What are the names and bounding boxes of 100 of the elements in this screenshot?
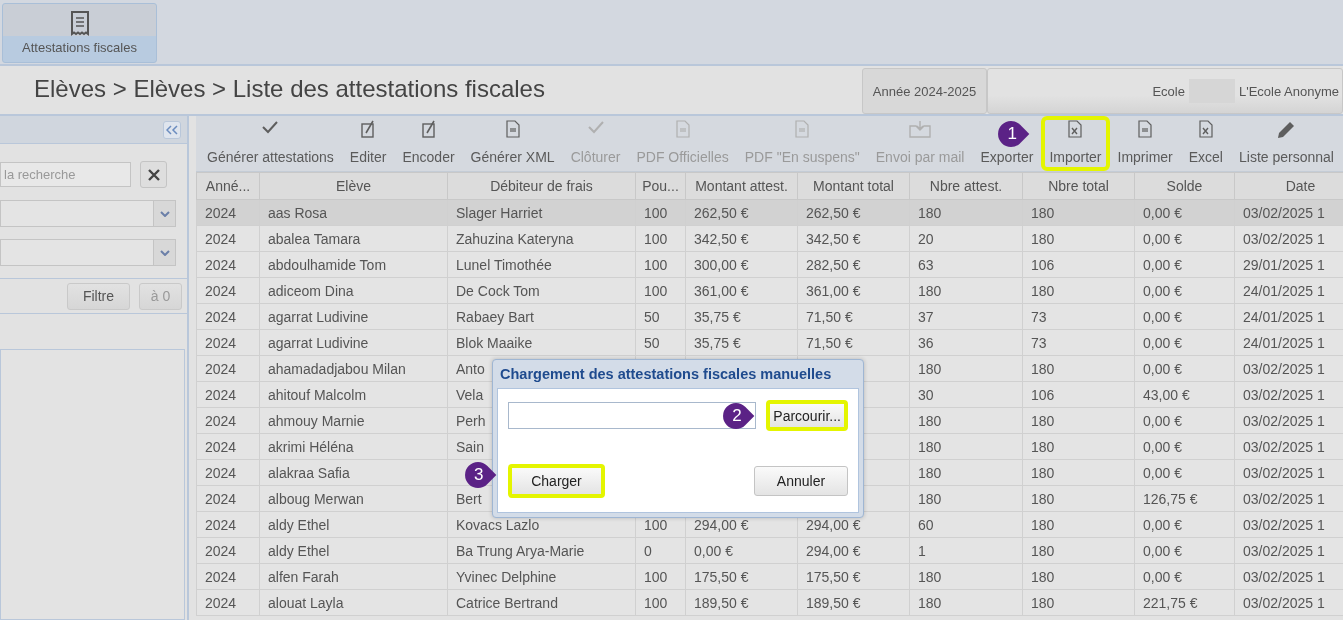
table-cell: 43,00 €	[1134, 381, 1235, 408]
table-cell: 342,50 €	[685, 225, 798, 252]
toolbar-button[interactable]: Importer	[1041, 116, 1110, 171]
table-cell: 20	[909, 225, 1023, 252]
table-cell: 180	[909, 485, 1023, 512]
table-cell: 294,00 €	[797, 537, 910, 564]
table-cell: abalea Tamara	[259, 225, 448, 252]
column-header[interactable]: Date	[1234, 172, 1343, 200]
column-header[interactable]: Montant attest.	[685, 172, 798, 200]
table-cell: 0,00 €	[1134, 459, 1235, 486]
table-cell: aas Rosa	[259, 199, 448, 226]
column-header[interactable]: Montant total	[797, 172, 910, 200]
table-cell: 180	[1022, 485, 1135, 512]
table-cell: 189,50 €	[797, 589, 910, 616]
column-header[interactable]: Elève	[259, 172, 448, 200]
table-cell: 180	[909, 355, 1023, 382]
table-cell: Rabaey Bart	[447, 303, 636, 330]
toolbar-button[interactable]: Encoder	[394, 116, 463, 171]
column-header[interactable]: Anné...	[196, 172, 260, 200]
file-field[interactable]	[508, 402, 757, 429]
table-cell: 73	[1022, 303, 1135, 330]
column-header[interactable]: Pou...	[635, 172, 686, 200]
table-cell: 221,75 €	[1134, 589, 1235, 616]
collapse-button[interactable]	[163, 120, 181, 139]
table-cell: 100	[635, 225, 686, 252]
table-cell: 2024	[196, 277, 260, 304]
double-chevron-icon	[166, 124, 178, 135]
table-cell: 262,50 €	[797, 199, 910, 226]
table-cell: 2024	[196, 407, 260, 434]
table-cell: 189,50 €	[685, 589, 798, 616]
toolbar-button[interactable]: Imprimer	[1109, 116, 1181, 171]
table-cell: 2024	[196, 225, 260, 252]
toolbar-button[interactable]: Liste personnal	[1231, 116, 1342, 171]
table-cell: aldy Ethel	[259, 537, 448, 564]
dialog-button[interactable]: Annuler	[754, 466, 848, 496]
toolbar-button[interactable]: Excel	[1180, 116, 1231, 171]
table-cell: 50	[635, 303, 686, 330]
column-header[interactable]: Solde	[1134, 172, 1235, 200]
table-cell: Slager Harriet	[447, 199, 636, 226]
check-icon	[261, 120, 280, 134]
toolbar-button[interactable]: Générer attestations	[199, 116, 342, 171]
table-cell: 180	[1022, 355, 1135, 382]
table-cell: 36	[909, 329, 1023, 356]
toolbar-button[interactable]: Générer XML	[462, 116, 563, 171]
table-cell: 2024	[196, 511, 260, 538]
table-cell: 100	[635, 199, 686, 226]
dropdown[interactable]	[0, 239, 176, 266]
school-label: Ecole	[1152, 83, 1185, 99]
browse-button[interactable]: Parcourir...	[766, 400, 848, 431]
table-cell: 2024	[196, 303, 260, 330]
column-header[interactable]: Nbre attest.	[909, 172, 1023, 200]
document-icon	[675, 120, 690, 138]
table-cell: 106	[1022, 381, 1135, 408]
column-header[interactable]: Débiteur de frais	[447, 172, 636, 200]
table-cell: 2024	[196, 563, 260, 590]
table-cell: 180	[1022, 199, 1135, 226]
document-icon	[505, 120, 520, 138]
table-cell: 0,00 €	[1134, 537, 1235, 564]
table-cell: 282,50 €	[797, 251, 910, 278]
table-cell: 2024	[196, 589, 260, 616]
table-cell: 180	[909, 277, 1023, 304]
table-cell: 106	[1022, 251, 1135, 278]
table-cell: 0,00 €	[1134, 329, 1235, 356]
dialog-button[interactable]: Charger	[508, 464, 605, 498]
table-cell: 0,00 €	[685, 537, 798, 564]
table-cell: 180	[909, 407, 1023, 434]
table-cell: Lunel Timothée	[447, 251, 636, 278]
table-cell: 180	[1022, 225, 1135, 252]
table-cell: 0,00 €	[1134, 355, 1235, 382]
dropdown[interactable]	[0, 200, 176, 227]
table-cell: 60	[909, 511, 1023, 538]
table-cell: alouat Layla	[259, 589, 448, 616]
table-cell: 100	[635, 277, 686, 304]
table-cell: 361,00 €	[797, 277, 910, 304]
table-cell: ahitouf Malcolm	[259, 381, 448, 408]
table-cell: 50	[635, 329, 686, 356]
table-cell: 361,00 €	[685, 277, 798, 304]
clear-button[interactable]	[140, 161, 167, 188]
search-field[interactable]: la recherche	[0, 162, 131, 187]
module-tab[interactable]: Attestations fiscales	[2, 3, 157, 63]
table-cell: Blok Maaike	[447, 329, 636, 356]
table-cell: adiceom Dina	[259, 277, 448, 304]
table-cell: 180	[1022, 459, 1135, 486]
table-cell: 175,50 €	[685, 563, 798, 590]
table-cell: De Cock Tom	[447, 277, 636, 304]
table-cell: 180	[1022, 433, 1135, 460]
table-cell: 0,00 €	[1134, 303, 1235, 330]
filter-button[interactable]: Filtre	[67, 282, 130, 310]
table-cell: 342,50 €	[797, 225, 910, 252]
table-cell: aldy Ethel	[259, 511, 448, 538]
column-header[interactable]: Nbre total	[1022, 172, 1135, 200]
edit-icon	[361, 120, 376, 138]
table-cell: 0	[635, 537, 686, 564]
table-cell: 300,00 €	[685, 251, 798, 278]
document-icon	[795, 120, 810, 138]
table-cell: alakraa Safia	[259, 459, 448, 486]
table-cell: 71,50 €	[797, 303, 910, 330]
table-cell: 37	[909, 303, 1023, 330]
table-cell: 100	[635, 251, 686, 278]
toolbar-button[interactable]: Editer	[341, 116, 395, 171]
